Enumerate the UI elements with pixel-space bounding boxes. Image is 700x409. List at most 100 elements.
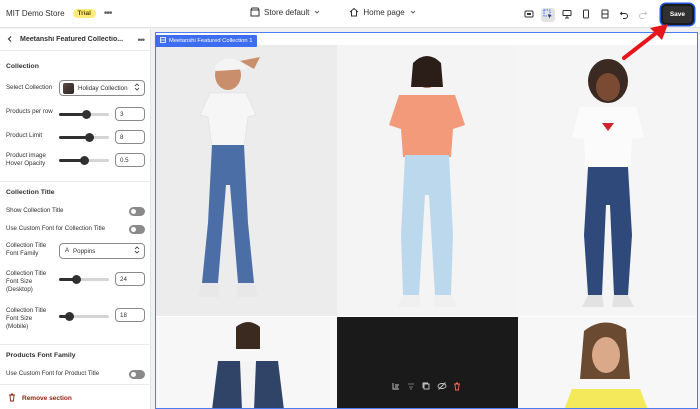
mobile-view-button[interactable] xyxy=(579,8,593,22)
hover-opacity-label: Product image Hover Opacity xyxy=(6,152,46,168)
product-image xyxy=(564,322,648,408)
divider xyxy=(0,181,150,182)
preview-canvas[interactable] xyxy=(155,32,698,409)
font-size-desktop-label-line: Font Size xyxy=(6,278,33,285)
trash-icon xyxy=(8,393,16,404)
custom-font-product-label: Use Custom Font for Product Title xyxy=(6,370,100,377)
page-selector[interactable]: Home page xyxy=(349,7,416,17)
redo-button[interactable] xyxy=(636,8,650,22)
collection-title-heading: Collection Title xyxy=(6,189,55,196)
custom-font-toggle[interactable] xyxy=(129,225,145,234)
divider xyxy=(0,384,150,385)
products-per-row-slider[interactable] xyxy=(59,110,109,119)
undo-button[interactable] xyxy=(617,8,631,22)
divider xyxy=(0,344,150,345)
product-card[interactable] xyxy=(337,45,518,316)
chevron-updown-icon xyxy=(134,246,140,256)
product-image xyxy=(389,56,465,307)
product-card[interactable] xyxy=(156,45,337,316)
product-limit-input[interactable]: 8 xyxy=(115,130,145,144)
show-title-toggle[interactable] xyxy=(129,207,145,216)
slider-handle[interactable] xyxy=(84,133,94,142)
settings-sidebar: Meetanshi Featured Collectio... ••• Coll… xyxy=(0,29,151,409)
product-card[interactable] xyxy=(518,45,697,316)
section-tag-label: Meetanshi Featured Collection 1 xyxy=(169,38,253,44)
duplicate-icon[interactable] xyxy=(421,378,431,396)
product-image xyxy=(198,57,260,297)
move-icon[interactable] xyxy=(391,378,401,396)
font-size-mobile-label-line: Collection Title xyxy=(6,307,47,314)
product-limit-label: Product Limit xyxy=(6,132,43,139)
inspector-button[interactable] xyxy=(522,8,536,22)
font-size-desktop-slider[interactable] xyxy=(59,275,109,284)
red-arrow-annotation xyxy=(622,24,668,60)
chevron-down-icon xyxy=(409,8,417,16)
product-image xyxy=(572,59,644,307)
slider-handle[interactable] xyxy=(64,312,74,321)
product-card[interactable] xyxy=(156,317,337,408)
hide-icon[interactable] xyxy=(437,378,447,396)
font-family-value: Poppins xyxy=(73,247,96,255)
mobile-icon xyxy=(581,9,591,21)
hover-opacity-label-line: Product image xyxy=(6,152,46,159)
fullscreen-view-button[interactable] xyxy=(598,8,612,22)
undo-icon xyxy=(619,9,629,21)
collection-select-value: Holiday Collection xyxy=(78,84,128,92)
font-size-desktop-label: Collection Title Font Size (Desktop) xyxy=(6,270,46,294)
font-size-mobile-label: Collection Title Font Size (Mobile) xyxy=(6,307,46,331)
block-toolbar xyxy=(385,378,468,396)
font-size-desktop-input[interactable]: 24 xyxy=(115,272,145,286)
products-per-row-input[interactable]: 3 xyxy=(115,107,145,121)
font-family-select[interactable]: A Poppins xyxy=(59,243,145,259)
section-tag[interactable]: Meetanshi Featured Collection 1 xyxy=(155,35,258,47)
hover-opacity-label-line: Hover Opacity xyxy=(6,160,46,167)
move-down-icon[interactable] xyxy=(406,378,416,396)
font-family-label-line: Font Family xyxy=(6,250,39,257)
remove-section-label: Remove section xyxy=(22,395,72,402)
font-family-label: Collection Title Font Family xyxy=(6,242,46,258)
product-card[interactable] xyxy=(518,317,697,408)
sidebar-header: Meetanshi Featured Collectio... ••• xyxy=(0,29,150,51)
product-limit-slider[interactable] xyxy=(59,133,109,142)
cursor-select-icon xyxy=(543,9,553,21)
theme-selector[interactable]: Store default xyxy=(250,7,321,17)
trial-badge: Trial xyxy=(72,9,96,18)
page-label: Home page xyxy=(363,7,405,17)
redo-icon xyxy=(638,9,648,21)
back-icon[interactable] xyxy=(6,35,14,45)
products-per-row-label: Products per row xyxy=(6,108,53,115)
select-element-button[interactable] xyxy=(540,7,555,22)
layout-icon xyxy=(600,9,610,21)
hover-opacity-slider[interactable] xyxy=(59,156,109,165)
section-grid-icon xyxy=(160,37,166,45)
slider-handle[interactable] xyxy=(79,156,89,165)
remove-section-button[interactable]: Remove section xyxy=(8,393,72,404)
editor-topbar: MIT Demo Store Trial ••• Store default H… xyxy=(0,0,700,28)
font-size-mobile-slider[interactable] xyxy=(59,312,109,321)
font-size-mobile-input[interactable]: 18 xyxy=(115,308,145,322)
font-size-desktop-label-line: Collection Title xyxy=(6,270,47,277)
custom-font-label: Use Custom Font for Collection Title xyxy=(6,225,106,232)
section-title: Meetanshi Featured Collectio... xyxy=(20,36,124,43)
collection-select[interactable]: Holiday Collection xyxy=(59,80,145,96)
trash-icon[interactable] xyxy=(452,378,462,396)
custom-font-product-toggle[interactable] xyxy=(129,370,145,379)
more-icon[interactable]: ••• xyxy=(104,8,112,19)
inspector-icon xyxy=(524,9,534,21)
desktop-view-button[interactable] xyxy=(560,8,574,22)
slider-handle[interactable] xyxy=(72,275,81,284)
slider-handle[interactable] xyxy=(82,110,91,119)
desktop-icon xyxy=(562,9,572,21)
show-title-label: Show Collection Title xyxy=(6,207,64,214)
topbar-center: Store default Home page xyxy=(250,7,417,17)
font-size-desktop-label-line: (Desktop) xyxy=(6,286,33,293)
theme-label: Store default xyxy=(264,7,310,17)
hover-opacity-input[interactable]: 0.5 xyxy=(115,153,145,167)
store-name[interactable]: MIT Demo Store xyxy=(6,9,65,18)
products-font-heading: Products Font Family xyxy=(6,352,76,359)
font-size-mobile-label-line: Font Size xyxy=(6,315,33,322)
collection-thumbnail xyxy=(63,82,74,94)
home-icon xyxy=(349,7,359,17)
collection-heading: Collection xyxy=(6,63,39,70)
more-icon[interactable]: ••• xyxy=(138,35,146,45)
